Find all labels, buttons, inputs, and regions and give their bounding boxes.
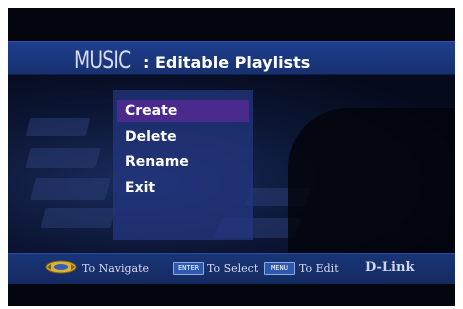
menu-item-delete[interactable]: Delete bbox=[117, 126, 249, 148]
section-title: MUSIC bbox=[74, 46, 131, 74]
dpad-icon bbox=[45, 260, 77, 274]
enter-key-icon: ENTER bbox=[173, 262, 204, 275]
brand-logo: D-Link bbox=[365, 260, 415, 275]
edit-hint: To Edit bbox=[299, 262, 339, 275]
menu-item-rename[interactable]: Rename bbox=[117, 151, 249, 173]
menu-item-create[interactable]: Create bbox=[117, 100, 249, 122]
playlist-menu: Create Delete Rename Exit bbox=[113, 90, 253, 240]
background-shadow bbox=[288, 108, 455, 258]
navigate-hint: To Navigate bbox=[82, 262, 150, 275]
tv-screen: MUSIC : Editable Playlists Create Delete… bbox=[8, 8, 455, 306]
menu-key-icon: MENU bbox=[264, 262, 295, 275]
menu-item-exit[interactable]: Exit bbox=[117, 177, 249, 199]
page-title: : Editable Playlists bbox=[143, 53, 311, 72]
select-hint: To Select bbox=[207, 262, 259, 275]
